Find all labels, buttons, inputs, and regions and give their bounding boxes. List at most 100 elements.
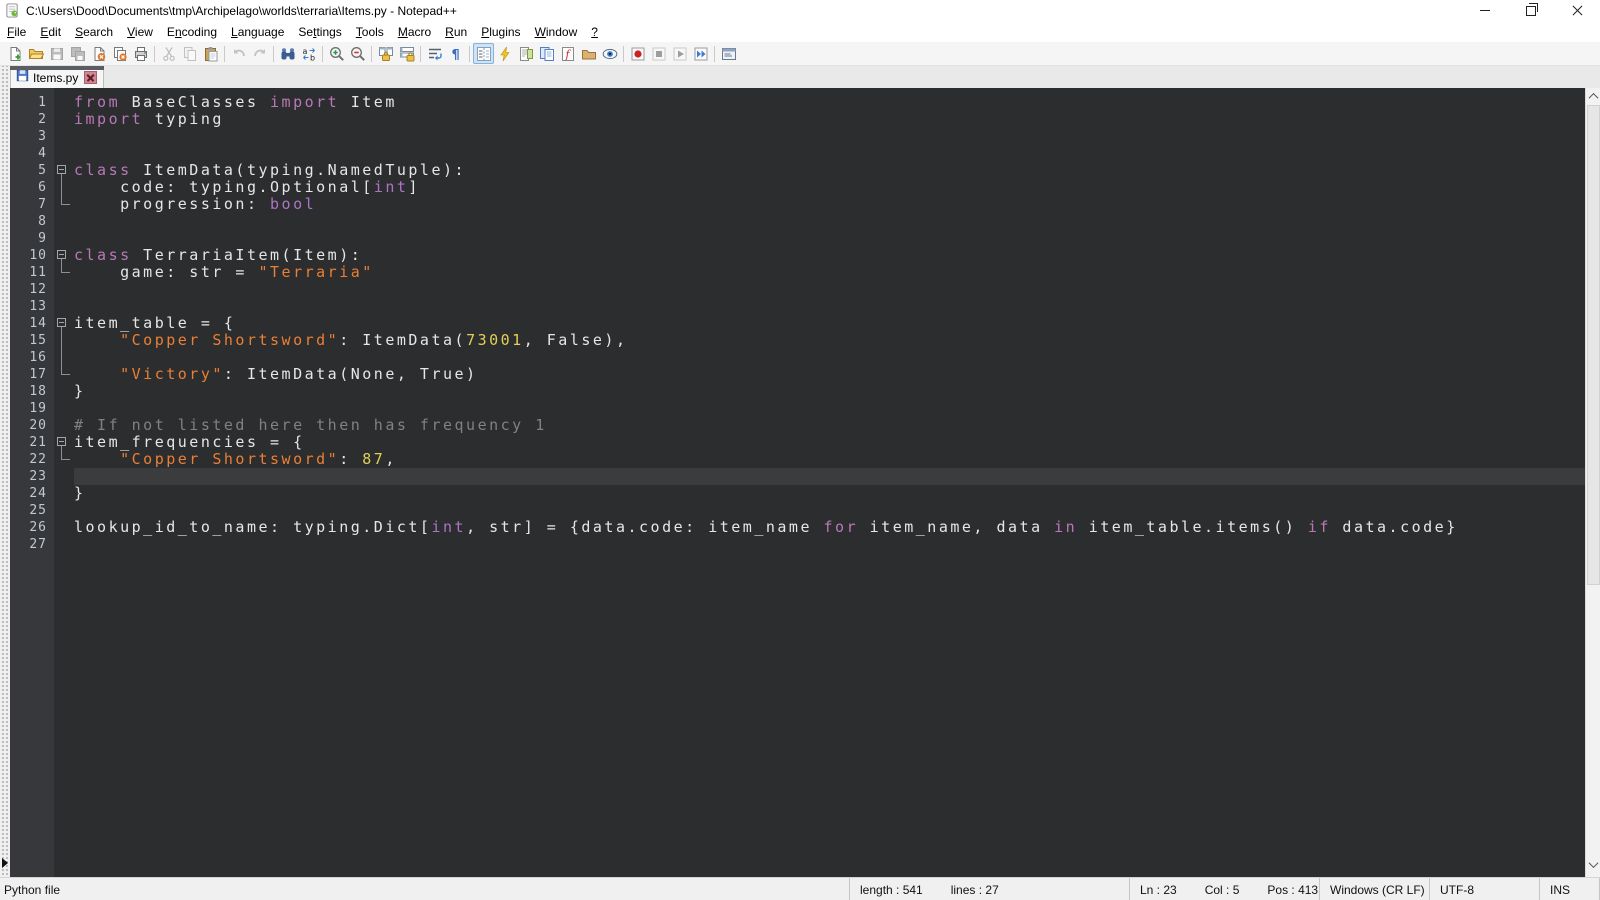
code-line-6[interactable]: 6 code: typing.Optional[int] bbox=[10, 179, 1585, 196]
code-line-27[interactable]: 27 bbox=[10, 536, 1585, 553]
fold-margin-cell bbox=[54, 400, 74, 417]
code-text: progression: bool bbox=[74, 196, 1585, 213]
zoom-in-icon[interactable] bbox=[326, 43, 347, 64]
menu-item-plugins[interactable]: Plugins bbox=[474, 23, 527, 41]
close-file-icon[interactable] bbox=[88, 43, 109, 64]
document-map-icon[interactable] bbox=[515, 43, 536, 64]
undo-icon[interactable] bbox=[228, 43, 249, 64]
sync-horizontal-scroll-icon[interactable] bbox=[396, 43, 417, 64]
redo-icon[interactable] bbox=[249, 43, 270, 64]
fold-margin-cell[interactable] bbox=[54, 247, 74, 264]
code-line-1[interactable]: 1from BaseClasses import Item bbox=[10, 94, 1585, 111]
code-line-2[interactable]: 2import typing bbox=[10, 111, 1585, 128]
splitter-arrow-icon[interactable] bbox=[2, 858, 8, 868]
code-lines: 1from BaseClasses import Item2import typ… bbox=[10, 94, 1585, 553]
menu-item-settings[interactable]: Settings bbox=[291, 23, 348, 41]
function-list-icon[interactable]: f bbox=[557, 43, 578, 64]
menu-item-help[interactable]: ? bbox=[584, 23, 605, 41]
menu-item-tools[interactable]: Tools bbox=[349, 23, 391, 41]
menu-item-macro[interactable]: Macro bbox=[391, 23, 438, 41]
code-line-17[interactable]: 17 "Victory": ItemData(None, True) bbox=[10, 366, 1585, 383]
fold-margin-cell[interactable] bbox=[54, 162, 74, 179]
open-file-icon[interactable] bbox=[25, 43, 46, 64]
line-number: 16 bbox=[10, 349, 54, 366]
play-macro-icon[interactable] bbox=[669, 43, 690, 64]
code-line-8[interactable]: 8 bbox=[10, 213, 1585, 230]
paste-icon[interactable] bbox=[200, 43, 221, 64]
code-line-3[interactable]: 3 bbox=[10, 128, 1585, 145]
code-line-14[interactable]: 14item_table = { bbox=[10, 315, 1585, 332]
code-line-24[interactable]: 24} bbox=[10, 485, 1585, 502]
fold-margin-cell[interactable] bbox=[54, 315, 74, 332]
document-list-icon[interactable] bbox=[536, 43, 557, 64]
print-icon[interactable] bbox=[130, 43, 151, 64]
tab-close-icon[interactable] bbox=[84, 71, 97, 84]
code-line-20[interactable]: 20# If not listed here then has frequenc… bbox=[10, 417, 1585, 434]
code-line-11[interactable]: 11 game: str = "Terraria" bbox=[10, 264, 1585, 281]
menu-item-file[interactable]: File bbox=[0, 23, 33, 41]
restore-button[interactable] bbox=[1508, 0, 1554, 21]
new-file-icon[interactable] bbox=[4, 43, 25, 64]
code-line-16[interactable]: 16 bbox=[10, 349, 1585, 366]
code-line-12[interactable]: 12 bbox=[10, 281, 1585, 298]
menu-item-run[interactable]: Run bbox=[438, 23, 474, 41]
fold-margin-cell bbox=[54, 502, 74, 519]
code-line-25[interactable]: 25 bbox=[10, 502, 1585, 519]
copy-icon[interactable] bbox=[179, 43, 200, 64]
record-macro-icon[interactable] bbox=[627, 43, 648, 64]
fold-margin-cell[interactable] bbox=[54, 434, 74, 451]
fold-collapse-icon[interactable] bbox=[57, 318, 66, 327]
scroll-down-button[interactable] bbox=[1586, 856, 1600, 872]
code-line-7[interactable]: 7 progression: bool bbox=[10, 196, 1585, 213]
menu-item-edit[interactable]: Edit bbox=[33, 23, 68, 41]
code-line-26[interactable]: 26lookup_id_to_name: typing.Dict[int, st… bbox=[10, 519, 1585, 536]
menu-item-language[interactable]: Language bbox=[224, 23, 291, 41]
replace-icon[interactable]: ab bbox=[298, 43, 319, 64]
fold-collapse-icon[interactable] bbox=[57, 165, 66, 174]
word-wrap-icon[interactable] bbox=[424, 43, 445, 64]
code-line-19[interactable]: 19 bbox=[10, 400, 1585, 417]
close-button[interactable] bbox=[1554, 0, 1600, 21]
vertical-scrollbar[interactable] bbox=[1585, 88, 1600, 877]
scrollbar-thumb[interactable] bbox=[1587, 105, 1600, 585]
code-line-23[interactable]: 23 bbox=[10, 468, 1585, 485]
fold-collapse-icon[interactable] bbox=[57, 437, 66, 446]
menu-item-view[interactable]: View bbox=[120, 23, 160, 41]
code-line-10[interactable]: 10class TerrariaItem(Item): bbox=[10, 247, 1585, 264]
sync-vertical-scroll-icon[interactable] bbox=[375, 43, 396, 64]
find-icon[interactable] bbox=[277, 43, 298, 64]
tab-items-py[interactable]: Items.py bbox=[10, 66, 104, 88]
menu-item-search[interactable]: Search bbox=[68, 23, 120, 41]
code-line-18[interactable]: 18} bbox=[10, 383, 1585, 400]
fold-collapse-icon[interactable] bbox=[57, 250, 66, 259]
code-line-15[interactable]: 15 "Copper Shortsword": ItemData(73001, … bbox=[10, 332, 1585, 349]
code-line-4[interactable]: 4 bbox=[10, 145, 1585, 162]
fold-margin-cell bbox=[54, 366, 74, 383]
fold-margin-cell bbox=[54, 281, 74, 298]
menu-item-window[interactable]: Window bbox=[528, 23, 585, 41]
fold-margin-cell bbox=[54, 298, 74, 315]
zoom-out-icon[interactable] bbox=[347, 43, 368, 64]
run-macro-multiple-icon[interactable] bbox=[690, 43, 711, 64]
code-line-21[interactable]: 21item_frequencies = { bbox=[10, 434, 1585, 451]
dock-splitter[interactable] bbox=[0, 66, 10, 877]
code-line-22[interactable]: 22 "Copper Shortsword": 87, bbox=[10, 451, 1585, 468]
code-line-13[interactable]: 13 bbox=[10, 298, 1585, 315]
stop-macro-icon[interactable] bbox=[648, 43, 669, 64]
menu-item-encoding[interactable]: Encoding bbox=[160, 23, 224, 41]
show-all-characters-icon[interactable]: ¶ bbox=[445, 43, 466, 64]
close-all-icon[interactable] bbox=[109, 43, 130, 64]
show-indent-guide-icon[interactable] bbox=[473, 43, 494, 64]
folder-as-workspace-icon[interactable] bbox=[578, 43, 599, 64]
save-all-icon[interactable] bbox=[67, 43, 88, 64]
scroll-up-button[interactable] bbox=[1586, 88, 1600, 104]
editor[interactable]: 1from BaseClasses import Item2import typ… bbox=[10, 88, 1585, 877]
save-file-icon[interactable] bbox=[46, 43, 67, 64]
run-command-icon[interactable] bbox=[494, 43, 515, 64]
minimize-button[interactable] bbox=[1462, 0, 1508, 21]
code-line-5[interactable]: 5class ItemData(typing.NamedTuple): bbox=[10, 162, 1585, 179]
code-line-9[interactable]: 9 bbox=[10, 230, 1585, 247]
monitoring-icon[interactable] bbox=[599, 43, 620, 64]
cut-icon[interactable] bbox=[158, 43, 179, 64]
save-macro-icon[interactable] bbox=[718, 43, 739, 64]
